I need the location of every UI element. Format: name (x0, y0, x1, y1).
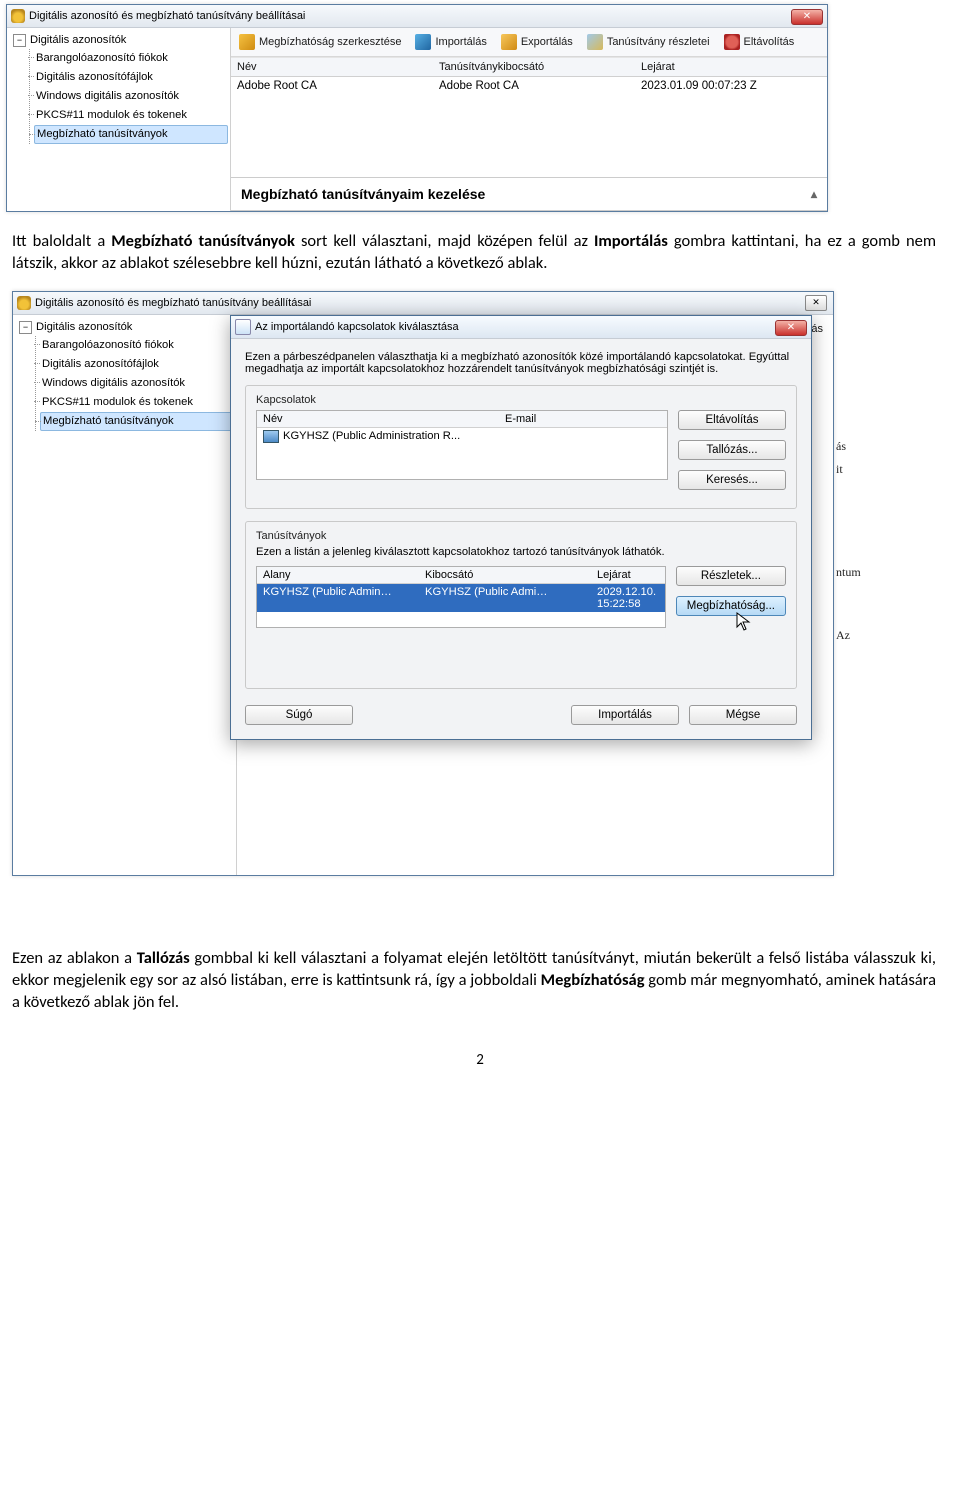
certs-list[interactable]: Alany Kibocsátó Lejárat KGYHSZ (Public A… (256, 566, 666, 628)
import-button[interactable]: Importálás (415, 34, 486, 50)
tree-item[interactable]: Digitális azonosítófájlok (40, 355, 234, 374)
tree-item[interactable]: PKCS#11 modulok és tokenek (40, 393, 234, 412)
settings-window: Digitális azonosító és megbízható tanúsí… (6, 4, 828, 212)
tree-root[interactable]: − Digitális azonosítók (19, 319, 234, 336)
import-button[interactable]: Importálás (571, 705, 679, 725)
instruction-paragraph-2: Ezen az ablakon a Tallózás gombbal ki ke… (0, 935, 960, 1024)
certificate-icon (587, 34, 603, 50)
tree-item[interactable]: PKCS#11 modulok és tokenek (34, 106, 228, 125)
tree-item[interactable]: Barangolóazonosító fiókok (34, 49, 228, 68)
col-expiry[interactable]: Lejárat (591, 567, 665, 583)
import-icon (415, 34, 431, 50)
section-title: Megbízható tanúsítványaim kezelése (241, 186, 485, 202)
tree-root[interactable]: − Digitális azonosítók (13, 32, 228, 49)
window-title: Digitális azonosító és megbízható tanúsí… (35, 297, 311, 309)
tree-root-label: Digitális azonosítók (30, 32, 126, 49)
trust-button[interactable]: Megbízhatóság... (676, 596, 786, 616)
cert-list-header: Név Tanúsítványkibocsátó Lejárat (231, 57, 827, 77)
certificates-fieldset: Tanúsítványok Ezen a listán a jelenleg k… (245, 521, 797, 689)
remove-icon (724, 34, 740, 50)
remove-button[interactable]: Eltávolítás (724, 34, 795, 50)
import-contacts-dialog: Az importálandó kapcsolatok kiválasztása… (230, 315, 812, 740)
tree-item[interactable]: Windows digitális azonosítók (34, 87, 228, 106)
dialog-icon (235, 319, 251, 335)
dialog-titlebar[interactable]: Az importálandó kapcsolatok kiválasztása… (231, 316, 811, 339)
vcard-icon (263, 430, 279, 443)
window-title: Digitális azonosító és megbízható tanúsí… (29, 10, 305, 22)
help-button[interactable]: Súgó (245, 705, 353, 725)
collapse-icon[interactable]: − (19, 321, 32, 334)
pencil-icon (239, 34, 255, 50)
certs-label: Tanúsítványok (256, 530, 786, 542)
col-issuer[interactable]: Kibocsátó (419, 567, 591, 583)
col-email[interactable]: E-mail (499, 411, 667, 427)
export-icon (501, 34, 517, 50)
close-button[interactable]: ✕ (791, 9, 823, 25)
dialog-intro: Ezen a párbeszédpanelen választhatja ki … (245, 351, 797, 375)
col-expiry[interactable]: Lejárat (635, 58, 827, 76)
dialog-footer: Súgó Importálás Mégse (245, 701, 797, 725)
toolbar: Megbízhatóság szerkesztése Importálás Ex… (231, 28, 827, 57)
edit-trust-button[interactable]: Megbízhatóság szerkesztése (239, 34, 401, 50)
col-name[interactable]: Név (257, 411, 499, 427)
lock-icon (17, 296, 31, 310)
remove-contact-button[interactable]: Eltávolítás (678, 410, 786, 430)
background-text-fragments: ás it ntum Az (836, 311, 876, 643)
certs-note: Ezen a listán a jelenleg kiválasztott ka… (256, 546, 786, 558)
cert-row[interactable]: Adobe Root CA Adobe Root CA 2023.01.09 0… (231, 77, 827, 95)
titlebar[interactable]: Digitális azonosító és megbízható tanúsí… (7, 5, 827, 28)
dialog-title: Az importálandó kapcsolatok kiválasztása (255, 321, 459, 333)
tree-pane: − Digitális azonosítók Barangolóazonosít… (7, 28, 231, 211)
search-button[interactable]: Keresés... (678, 470, 786, 490)
tree-item-trusted-certs[interactable]: Megbízható tanúsítványok (34, 125, 228, 144)
cert-row-selected[interactable]: KGYHSZ (Public Admin… KGYHSZ (Public Adm… (257, 584, 665, 612)
contacts-label: Kapcsolatok (256, 394, 786, 406)
tree-item[interactable]: Barangolóazonosító fiókok (40, 336, 234, 355)
details-button[interactable]: Részletek... (676, 566, 786, 586)
cancel-button[interactable]: Mégse (689, 705, 797, 725)
browse-button[interactable]: Tallózás... (678, 440, 786, 460)
tree-item[interactable]: Digitális azonosítófájlok (34, 68, 228, 87)
titlebar[interactable]: Digitális azonosító és megbízható tanúsí… (13, 292, 833, 315)
instruction-paragraph-1: Itt baloldalt a Megbízható tanúsítványok… (0, 218, 960, 285)
col-subject[interactable]: Alany (257, 567, 419, 583)
col-issuer[interactable]: Tanúsítványkibocsátó (433, 58, 635, 76)
tree-root-label: Digitális azonosítók (36, 319, 132, 336)
contacts-fieldset: Kapcsolatok Név E-mail KGYHSZ (Publi (245, 385, 797, 509)
close-button[interactable]: ✕ (805, 295, 827, 311)
tree-pane: − Digitális azonosítók Barangolóazonosít… (13, 315, 237, 875)
collapse-icon[interactable]: − (13, 34, 26, 47)
page-number: 2 (0, 1023, 960, 1079)
section-header[interactable]: Megbízható tanúsítványaim kezelése ▴ (231, 177, 827, 211)
contacts-list[interactable]: Név E-mail KGYHSZ (Public Administration… (256, 410, 668, 480)
details-button[interactable]: Tanúsítvány részletei (587, 34, 710, 50)
chevron-up-icon: ▴ (811, 187, 817, 201)
lock-icon (11, 9, 25, 23)
export-button[interactable]: Exportálás (501, 34, 573, 50)
dialog-close-button[interactable]: ✕ (775, 320, 807, 336)
cert-list[interactable]: Adobe Root CA Adobe Root CA 2023.01.09 0… (231, 77, 827, 177)
tree-item-trusted-certs[interactable]: Megbízható tanúsítványok (40, 412, 234, 431)
screenshot-group-2: Digitális azonosító és megbízható tanúsí… (6, 291, 876, 931)
col-name[interactable]: Név (231, 58, 433, 76)
tree-item[interactable]: Windows digitális azonosítók (40, 374, 234, 393)
contact-row[interactable]: KGYHSZ (Public Administration R... (257, 428, 667, 445)
